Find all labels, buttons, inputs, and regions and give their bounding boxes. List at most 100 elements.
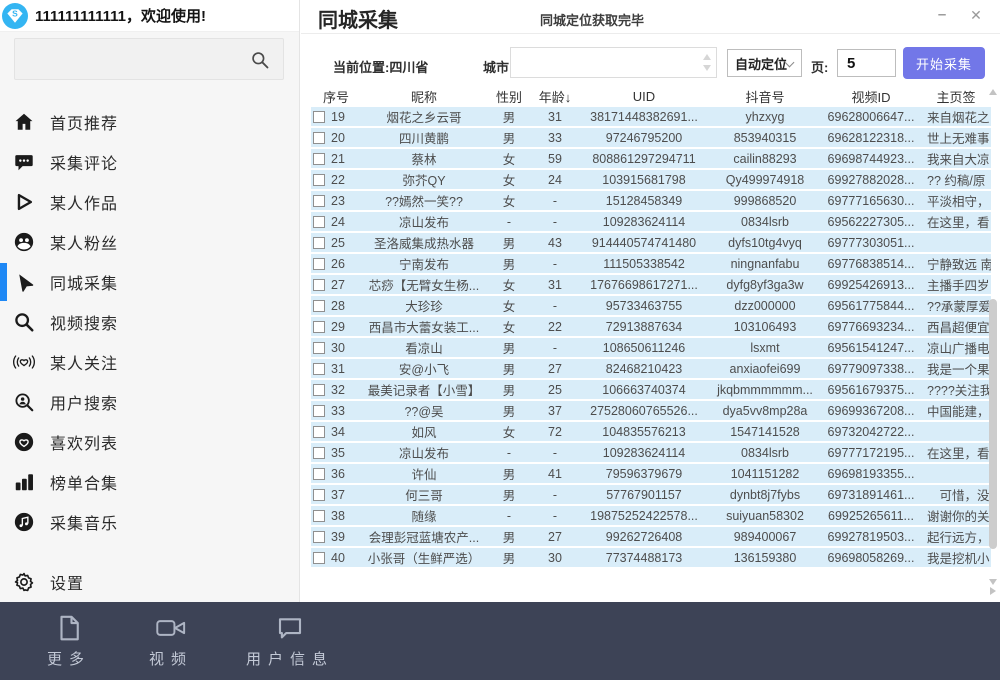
table-header: 序号昵称性别年龄↓UID抖音号视频ID主页签 [311, 86, 991, 107]
cell-signature: 凉山广播电 [921, 338, 991, 357]
table-row[interactable]: 30看凉山男-108650611246lsxmt69561541247...凉山… [311, 338, 991, 357]
column-header-douyin[interactable]: 抖音号 [709, 87, 821, 106]
row-checkbox[interactable] [313, 258, 325, 270]
cell-gender: 男 [487, 254, 531, 273]
row-number: 39 [331, 530, 345, 544]
scroll-up-icon[interactable] [989, 89, 997, 95]
locate-mode-select[interactable]: 自动定位 [727, 49, 802, 77]
people-icon [12, 230, 36, 254]
sidebar-item-follows[interactable]: 某人关注 [0, 342, 299, 382]
cell-video_id: 69562227305... [821, 215, 921, 229]
table-row[interactable]: 27芯痧【无臂女生杨...女3117676698617271...dyfg8yf… [311, 275, 991, 294]
cell-video_id: 69925426913... [821, 278, 921, 292]
sidebar-item-label: 某人粉丝 [50, 230, 118, 254]
table-row[interactable]: 20四川黄鹏男339724679520085394031569628122318… [311, 128, 991, 147]
table-row[interactable]: 24凉山发布--1092836241140834lsrb69562227305.… [311, 212, 991, 231]
cell-nickname: 如风 [361, 422, 487, 441]
cell-uid: 109283624114 [579, 446, 709, 460]
column-header-age[interactable]: 年龄↓ [531, 87, 579, 106]
row-checkbox[interactable] [313, 468, 325, 480]
column-header-video_id[interactable]: 视频ID [821, 87, 921, 106]
row-checkbox[interactable] [313, 405, 325, 417]
table-row[interactable]: 25圣洛威集成热水器男43914440574741480dyfs10tg4vyq… [311, 233, 991, 252]
sidebar-item-likes[interactable]: 喜欢列表 [0, 422, 299, 462]
row-checkbox[interactable] [313, 153, 325, 165]
cell-video_id: 69561775844... [821, 299, 921, 313]
row-checkbox[interactable] [313, 489, 325, 501]
sidebar-item-music[interactable]: 采集音乐 [0, 502, 299, 542]
bottombar-item-more[interactable]: 更多 [30, 613, 108, 669]
table-row[interactable]: 22弥芥QY女24103915681798Qy49997491869927882… [311, 170, 991, 189]
row-checkbox[interactable] [313, 300, 325, 312]
row-checkbox[interactable] [313, 132, 325, 144]
table-row[interactable]: 36许仙男4179596379679104115128269698193355.… [311, 464, 991, 483]
row-checkbox[interactable] [313, 384, 325, 396]
bottombar-item-user-info[interactable]: 用户信息 [234, 613, 346, 669]
scrollbar-thumb[interactable] [989, 299, 997, 549]
row-checkbox[interactable] [313, 447, 325, 459]
spinner-up-icon[interactable] [703, 54, 711, 60]
minimize-icon[interactable]: – [934, 6, 950, 24]
cell-video_id: 69698058269... [821, 551, 921, 565]
row-number: 22 [331, 173, 345, 187]
table-row[interactable]: 34如风女72104835576213154714152869732042722… [311, 422, 991, 441]
sidebar-item-home[interactable]: 首页推荐 [0, 102, 299, 142]
row-checkbox[interactable] [313, 342, 325, 354]
cell-seq: 30 [311, 341, 361, 355]
search-input[interactable] [15, 39, 283, 79]
sidebar-item-comments[interactable]: 采集评论 [0, 142, 299, 182]
table-row[interactable]: 35凉山发布--1092836241140834lsrb69777172195.… [311, 443, 991, 462]
row-checkbox[interactable] [313, 216, 325, 228]
start-collect-button[interactable]: 开始采集 [903, 47, 985, 79]
current-location-label: 当前位置:四川省 [333, 57, 428, 76]
row-checkbox[interactable] [313, 174, 325, 186]
row-checkbox[interactable] [313, 552, 325, 564]
row-checkbox[interactable] [313, 111, 325, 123]
table-row[interactable]: 37何三哥男-57767901157dynbt8j7fybs6973189146… [311, 485, 991, 504]
table-row[interactable]: 39会理彭冠蓝塘农产...男27992627264089894000676992… [311, 527, 991, 546]
row-checkbox[interactable] [313, 426, 325, 438]
cell-signature: 来自烟花之 [921, 107, 991, 126]
page-input[interactable] [838, 50, 895, 76]
table-row[interactable]: 21蔡林女59808861297294711cailin882936969874… [311, 149, 991, 168]
scroll-right-icon[interactable] [990, 587, 996, 595]
search-icon[interactable] [250, 50, 270, 70]
table-row[interactable]: 40小张哥（生鲜严选）男3077374488173136159380696980… [311, 548, 991, 567]
column-header-signature[interactable]: 主页签 [921, 87, 991, 106]
city-input[interactable] [511, 48, 716, 77]
column-header-uid[interactable]: UID [579, 89, 709, 104]
table-row[interactable]: 23??嫣然一笑??女-1512845834999986852069777165… [311, 191, 991, 210]
scroll-down-icon[interactable] [989, 579, 997, 585]
row-checkbox[interactable] [313, 237, 325, 249]
sidebar-item-works[interactable]: 某人作品 [0, 182, 299, 222]
sidebar-item-rankings[interactable]: 榜单合集 [0, 462, 299, 502]
cell-signature: 我是一个果 [921, 359, 991, 378]
cell-nickname: 蔡林 [361, 149, 487, 168]
sidebar-item-video-search[interactable]: 视频搜索 [0, 302, 299, 342]
row-checkbox[interactable] [313, 531, 325, 543]
sidebar-item-city[interactable]: 同城采集 [0, 262, 299, 302]
column-header-nickname[interactable]: 昵称 [361, 87, 487, 106]
row-checkbox[interactable] [313, 363, 325, 375]
column-header-gender[interactable]: 性别 [487, 87, 531, 106]
row-checkbox[interactable] [313, 279, 325, 291]
row-checkbox[interactable] [313, 510, 325, 522]
table-row[interactable]: 26宁南发布男-111505338542ningnanfabu697768385… [311, 254, 991, 273]
close-icon[interactable]: ✕ [968, 6, 984, 24]
column-header-seq[interactable]: 序号 [311, 87, 361, 106]
table-row[interactable]: 29西昌市大蕾女装工...女22729138876341031064936977… [311, 317, 991, 336]
table-row[interactable]: 28大珍珍女-95733463755dzz00000069561775844..… [311, 296, 991, 315]
table-row[interactable]: 33??@吴男3727528060765526...dya5vv8mp28a69… [311, 401, 991, 420]
table-row[interactable]: 31安@小飞男2782468210423anxiaofei69969779097… [311, 359, 991, 378]
table-row[interactable]: 38随缘--19875252422578...suiyuan5830269925… [311, 506, 991, 525]
city-input-wrap [510, 47, 717, 78]
row-checkbox[interactable] [313, 321, 325, 333]
bottombar-item-video[interactable]: 视频 [132, 613, 210, 669]
spinner-down-icon[interactable] [703, 65, 711, 71]
sidebar-item-user-search[interactable]: 用户搜索 [0, 382, 299, 422]
table-row[interactable]: 32最美记录者【小雪】男25106663740374jkqbmmmmmm...6… [311, 380, 991, 399]
row-checkbox[interactable] [313, 195, 325, 207]
sidebar-item-fans[interactable]: 某人粉丝 [0, 222, 299, 262]
sidebar-item-settings[interactable]: 设置 [0, 562, 299, 602]
table-row[interactable]: 19烟花之乡云哥男3138171448382691...yhzxyg696280… [311, 107, 991, 126]
